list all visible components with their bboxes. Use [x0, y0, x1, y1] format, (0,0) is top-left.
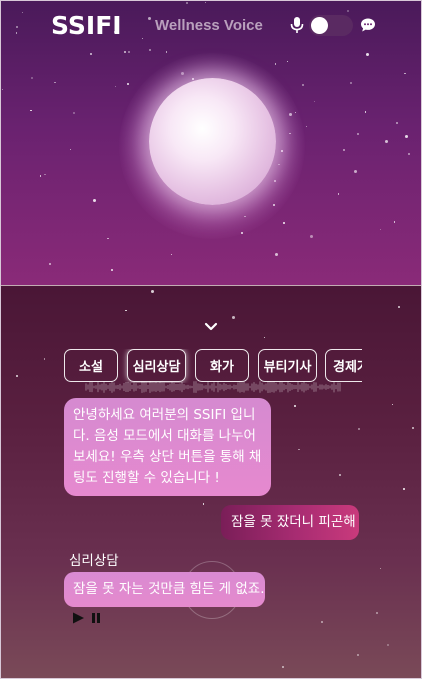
star	[301, 84, 304, 87]
star	[202, 503, 205, 505]
star	[111, 269, 114, 272]
star	[283, 222, 286, 225]
star	[412, 426, 415, 429]
star	[263, 337, 266, 339]
pause-icon[interactable]	[91, 613, 101, 623]
star	[310, 234, 314, 238]
voice-orb[interactable]	[149, 78, 276, 205]
voice-visual-area: SSIFI Wellness Voice	[1, 1, 421, 285]
star	[305, 125, 307, 128]
star	[126, 82, 129, 85]
star	[282, 666, 285, 669]
star	[398, 306, 401, 309]
star	[48, 263, 51, 266]
star	[125, 309, 127, 312]
star	[357, 132, 360, 135]
app-title: Wellness Voice	[155, 17, 263, 34]
star	[349, 82, 352, 85]
chevron-down-icon[interactable]	[204, 322, 218, 332]
star	[21, 11, 23, 13]
star	[128, 50, 131, 53]
voice-mode-toggle[interactable]	[309, 15, 353, 36]
greeting-line: 다. 음성 모드에서 대화를 나누어	[73, 428, 256, 444]
audio-waveform	[85, 381, 341, 393]
star	[338, 193, 340, 195]
star	[1, 89, 4, 91]
star	[275, 252, 279, 256]
greeting-line: 안녕하세요 여러분의 SSIFI 입니	[73, 407, 256, 423]
greeting-line: 팅도 진행할 수 있습니다 !	[73, 470, 220, 486]
category-tabs: 소설 심리상담 화가 뷰티기사 경제가	[63, 349, 362, 383]
star	[204, 1, 207, 3]
star	[392, 404, 394, 406]
play-icon[interactable]	[72, 612, 85, 624]
star	[376, 611, 379, 614]
star	[298, 448, 300, 451]
microphone-icon[interactable]	[289, 16, 305, 34]
star	[15, 374, 18, 377]
star	[16, 26, 19, 29]
tab-beauty[interactable]: 뷰티기사	[258, 349, 317, 382]
sender-label: 심리상담	[69, 553, 119, 569]
star	[69, 149, 72, 151]
star	[90, 52, 93, 55]
star	[346, 10, 349, 13]
star	[357, 653, 360, 656]
star	[365, 53, 369, 57]
greeting-line: 보세요! 우측 상단 버튼을 통해 채	[73, 449, 262, 465]
star	[114, 85, 117, 88]
star	[39, 175, 42, 177]
star	[142, 37, 144, 40]
star	[15, 32, 17, 34]
star	[394, 221, 396, 223]
star	[384, 140, 388, 144]
tab-counseling[interactable]: 심리상담	[127, 349, 186, 382]
star	[379, 228, 382, 230]
star	[54, 82, 56, 84]
app-screen: SSIFI Wellness Voice 소설 심리상담 화가 뷰티기사 경제가	[0, 0, 422, 679]
star	[43, 358, 46, 360]
star	[408, 152, 411, 155]
star	[274, 63, 276, 65]
star	[404, 72, 406, 74]
star	[231, 315, 235, 319]
star	[185, 1, 188, 4]
logo: SSIFI	[51, 11, 122, 40]
star	[165, 51, 167, 53]
tab-novel[interactable]: 소설	[64, 349, 118, 382]
star	[148, 48, 151, 51]
star	[123, 51, 126, 54]
star	[314, 100, 316, 103]
star	[294, 404, 297, 407]
toggle-knob	[311, 17, 328, 34]
star	[364, 111, 367, 113]
star	[286, 60, 289, 63]
star	[320, 620, 323, 623]
star	[396, 121, 399, 124]
tab-economist[interactable]: 경제가	[325, 349, 362, 382]
bot-reply-bubble: 잠을 못 자는 것만큼 힘든 게 없죠.	[64, 572, 265, 607]
star	[92, 198, 96, 202]
star	[148, 17, 151, 21]
star	[338, 473, 341, 476]
star	[151, 289, 155, 293]
star	[354, 169, 358, 173]
star	[30, 77, 33, 80]
star	[107, 237, 109, 240]
star	[73, 111, 76, 114]
star	[343, 149, 346, 152]
star	[358, 427, 361, 430]
star	[379, 568, 381, 570]
star	[404, 135, 408, 139]
star	[170, 254, 173, 256]
star	[403, 488, 405, 490]
user-message-bubble: 잠을 못 잤더니 피곤해	[221, 505, 359, 540]
star	[44, 174, 46, 176]
chat-bubble-icon[interactable]	[360, 17, 376, 33]
bot-greeting-bubble: 안녕하세요 여러분의 SSIFI 입니 다. 음성 모드에서 대화를 나누어 보…	[64, 398, 271, 496]
star	[30, 109, 32, 112]
star	[386, 643, 389, 646]
tab-painter[interactable]: 화가	[195, 349, 249, 382]
